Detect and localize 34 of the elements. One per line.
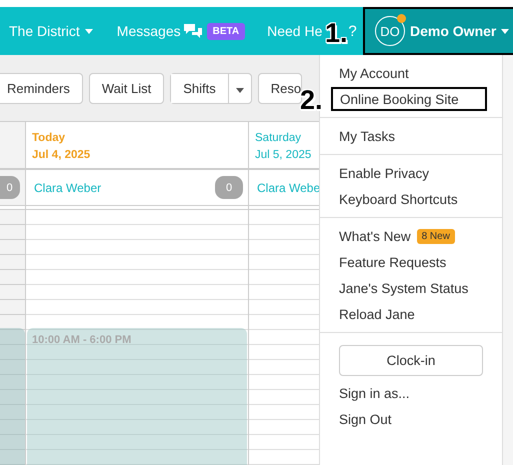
menu-item[interactable]: Online Booking Site [331,87,487,111]
clock-in-button[interactable]: Clock-in [339,345,483,376]
menu-item[interactable]: My Tasks [320,123,396,149]
menu-item[interactable]: Sign in as... [320,380,410,406]
menu-item[interactable]: Jane's System Status [320,275,468,301]
date-label: Jul 5, 2025 [255,148,312,163]
day-label: Saturday [255,131,302,146]
date-label: Jul 4, 2025 [32,148,90,163]
caret-icon [236,88,244,92]
toolbar-button[interactable]: Reminders [0,72,83,104]
avatar: DO [375,16,405,46]
menu-item[interactable]: Enable Privacy [320,160,430,186]
count-badge: 0 [215,176,243,199]
scrollbar[interactable] [503,55,513,465]
new-badge: 8 New [416,228,455,244]
toolbar-button[interactable]: Shifts [171,74,229,102]
menu-item[interactable]: Feature Requests [320,249,446,275]
step-number: 1. [325,20,348,47]
toolbar-button[interactable]: Wait List [88,72,164,104]
menu-item[interactable]: Sign Out [320,406,392,432]
count-badge: 0 [0,176,20,199]
menu-item[interactable]: Keyboard Shortcuts [320,186,458,212]
question-mark: ? [348,22,357,40]
menu-item[interactable]: My Account [320,60,409,86]
step-number: 2. [300,87,323,114]
caret-icon [501,28,510,34]
beta-badge: BETA [206,22,246,40]
menu-item[interactable]: What's New 8 New [320,223,455,249]
caret-icon [84,28,93,34]
menu-item[interactable]: Reload Jane [320,301,415,327]
split-button[interactable]: Shifts [170,72,252,104]
toolbar-button[interactable]: Reso [258,72,302,104]
day-label: Today [32,131,66,146]
chat-icon [182,23,203,39]
